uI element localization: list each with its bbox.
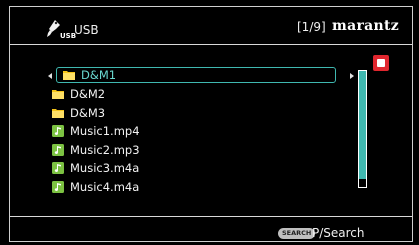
- list-item-label: D&M1: [81, 68, 117, 82]
- search-key-badge: SEARCH: [278, 228, 316, 239]
- list-item-label: Music4.m4a: [70, 179, 140, 194]
- list-item-folder[interactable]: D&M3: [52, 104, 338, 121]
- list-item-file[interactable]: Music1.mp4: [52, 123, 338, 140]
- music-note-icon: [52, 162, 64, 174]
- list-item-file[interactable]: Music2.mp3: [52, 141, 338, 158]
- list-item-label: D&M2: [70, 87, 106, 101]
- browser-screen: USB USB [1/9] marantz D&M1 D&M2 D&M3 Music1…: [9, 6, 413, 242]
- list-item-label: Music2.mp3: [70, 142, 140, 157]
- list-item-label: Music1.mp4: [70, 124, 140, 138]
- page-indicator: [1/9]: [297, 20, 326, 34]
- brand-logo: marantz: [332, 18, 400, 34]
- list-item-folder[interactable]: D&M2: [52, 86, 338, 103]
- search-action-label: P/Search: [312, 226, 365, 240]
- music-note-icon: [52, 143, 64, 156]
- scrollbar-thumb[interactable]: [359, 71, 366, 179]
- arrow-right-icon: [350, 73, 354, 79]
- stop-icon: [377, 59, 385, 67]
- arrow-left-icon: [48, 73, 52, 79]
- folder-icon: [52, 90, 64, 99]
- footer-divider: [10, 216, 412, 217]
- list-item-label: Music3.m4a: [70, 161, 140, 175]
- music-note-icon: [52, 180, 64, 193]
- list-item-folder[interactable]: D&M1: [48, 67, 354, 83]
- source-name: USB: [74, 23, 99, 37]
- music-note-icon: [52, 125, 64, 137]
- folder-icon: [52, 108, 64, 118]
- scrollbar-track[interactable]: [358, 70, 367, 188]
- list-item-file[interactable]: Music4.m4a: [52, 178, 338, 195]
- list-item-file[interactable]: Music3.m4a: [52, 160, 338, 177]
- stop-button[interactable]: [373, 55, 389, 71]
- list-item-label: D&M3: [70, 105, 106, 120]
- header-bar: USB USB [1/9] marantz: [10, 7, 412, 45]
- folder-icon: [63, 71, 75, 80]
